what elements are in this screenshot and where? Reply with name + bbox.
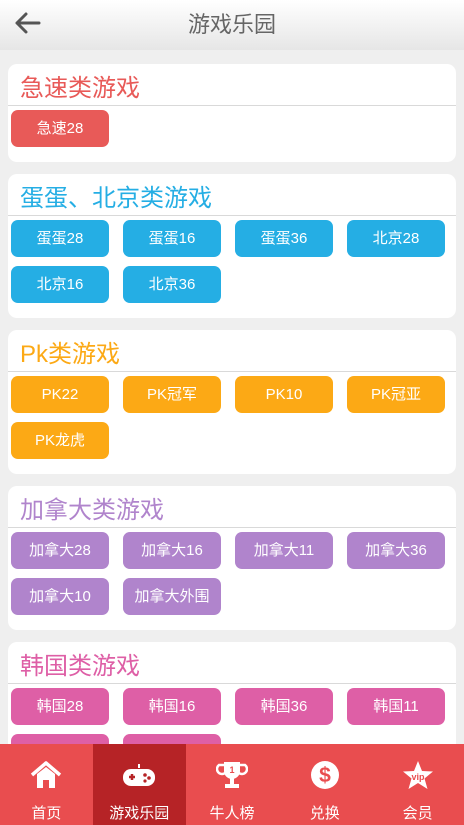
game-button[interactable]: 蛋蛋36	[235, 220, 333, 257]
game-button[interactable]: 加拿大28	[11, 532, 109, 569]
section-title: 蛋蛋、北京类游戏	[8, 174, 456, 216]
game-button[interactable]: 蛋蛋28	[11, 220, 109, 257]
section-canada-games: 加拿大类游戏加拿大28 加拿大16 加拿大11 加拿大36 加拿大10 加拿大外围	[8, 486, 456, 630]
game-button[interactable]: 韩国11	[347, 688, 445, 725]
game-button[interactable]: 北京36	[123, 266, 221, 303]
game-button[interactable]: 加拿大16	[123, 532, 221, 569]
game-button[interactable]: PK10	[235, 376, 333, 413]
game-button[interactable]: 韩国16	[123, 688, 221, 725]
game-button[interactable]: 加拿大11	[235, 532, 333, 569]
game-button[interactable]: PK龙虎	[11, 422, 109, 459]
game-button[interactable]: PK冠军	[123, 376, 221, 413]
game-button[interactable]: PK冠亚	[347, 376, 445, 413]
svg-text:vip: vip	[411, 772, 425, 782]
game-button[interactable]: 北京28	[347, 220, 445, 257]
svg-text:1: 1	[229, 765, 234, 775]
game-button[interactable]: 韩国36	[235, 688, 333, 725]
game-button-grid: 急速28	[8, 106, 456, 156]
bottom-nav: 首页 游戏乐园 1 牛人榜 $ 兑换 vip 会员	[0, 744, 464, 825]
home-icon	[29, 758, 63, 792]
section-speed-games: 急速类游戏急速28	[8, 64, 456, 162]
nav-label: 会员	[402, 805, 433, 822]
nav-exchange[interactable]: $ 兑换	[278, 744, 371, 825]
game-button[interactable]: 加拿大36	[347, 532, 445, 569]
game-button-grid: 加拿大28 加拿大16 加拿大11 加拿大36 加拿大10 加拿大外围	[8, 528, 456, 624]
section-egg-beijing-games: 蛋蛋、北京类游戏蛋蛋28 蛋蛋16 蛋蛋36 北京28 北京16 北京36	[8, 174, 456, 318]
vip-star-icon: vip	[401, 758, 435, 792]
gamepad-icon	[121, 758, 157, 792]
game-button[interactable]: 急速28	[11, 110, 109, 147]
game-button[interactable]: PK22	[11, 376, 109, 413]
trophy-icon: 1	[215, 758, 248, 792]
game-button[interactable]: 蛋蛋16	[123, 220, 221, 257]
nav-label: 首页	[31, 805, 62, 822]
section-title: 急速类游戏	[8, 64, 456, 106]
nav-label: 游戏乐园	[109, 805, 170, 822]
section-pk-games: Pk类游戏 PK22 PK冠军 PK10 PK冠亚 PK龙虎	[8, 330, 456, 474]
nav-label: 兑换	[309, 805, 340, 822]
page-title: 游戏乐园	[187, 12, 276, 37]
game-button-grid: PK22 PK冠军 PK10 PK冠亚 PK龙虎	[8, 372, 456, 468]
game-button[interactable]: 加拿大外围	[123, 578, 221, 615]
nav-label: 牛人榜	[209, 805, 255, 822]
section-title: Pk类游戏	[8, 330, 456, 372]
nav-member[interactable]: vip 会员	[371, 744, 464, 825]
top-bar: 游戏乐园	[0, 0, 464, 50]
svg-text:$: $	[319, 764, 331, 787]
game-button-grid: 蛋蛋28 蛋蛋16 蛋蛋36 北京28 北京16 北京36	[8, 216, 456, 312]
nav-game-park[interactable]: 游戏乐园	[92, 744, 186, 825]
game-button[interactable]: 北京16	[11, 266, 109, 303]
nav-leaderboard[interactable]: 1 牛人榜	[186, 744, 279, 825]
game-button[interactable]: 韩国28	[11, 688, 109, 725]
game-button[interactable]: 加拿大10	[11, 578, 109, 615]
game-sections: 急速类游戏急速28 蛋蛋、北京类游戏蛋蛋28 蛋蛋16 蛋蛋36 北京28 北京16 北京3…	[0, 64, 464, 798]
section-title: 韩国类游戏	[8, 642, 456, 684]
section-title: 加拿大类游戏	[8, 486, 456, 528]
nav-home[interactable]: 首页	[0, 744, 93, 825]
dollar-icon: $	[309, 758, 341, 792]
